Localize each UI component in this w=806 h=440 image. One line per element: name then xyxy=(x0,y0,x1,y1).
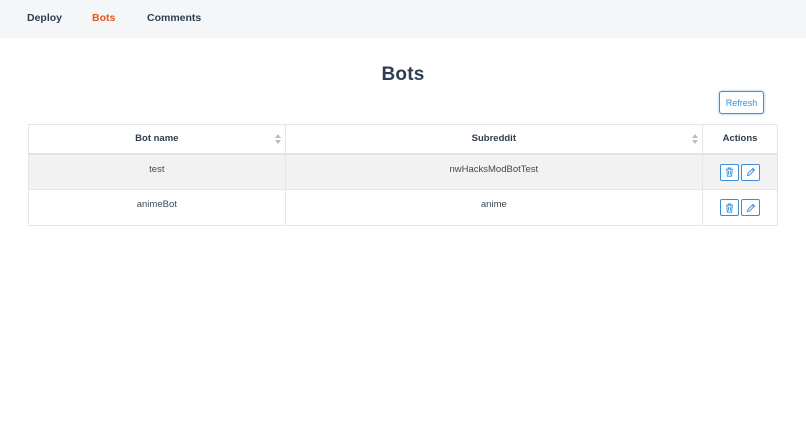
trash-icon xyxy=(726,203,734,213)
sort-icon[interactable] xyxy=(274,134,281,145)
cell-bot-name: animeBot xyxy=(28,189,286,226)
column-header-bot-name[interactable]: Bot name xyxy=(28,124,286,155)
cell-actions xyxy=(702,189,778,226)
cell-subreddit: anime xyxy=(284,189,704,226)
bots-table: Bot name Subreddit Actions test nwHacksM… xyxy=(28,124,778,226)
table-header-row: Bot name Subreddit Actions xyxy=(28,124,778,155)
cell-actions xyxy=(702,153,778,190)
column-header-label: Actions xyxy=(722,133,758,145)
sort-icon[interactable] xyxy=(692,134,699,145)
cell-subreddit: nwHacksModBotTest xyxy=(284,153,704,190)
trash-icon xyxy=(726,167,734,177)
row-actions xyxy=(703,199,777,216)
delete-button[interactable] xyxy=(720,163,740,181)
nav-link-bots[interactable]: Bots xyxy=(92,12,115,24)
nav-link-deploy[interactable]: Deploy xyxy=(27,12,62,24)
cell-bot-name: test xyxy=(28,153,286,190)
table-row: test nwHacksModBotTest xyxy=(28,153,778,190)
pencil-icon xyxy=(746,203,755,212)
column-header-actions: Actions xyxy=(702,124,778,155)
column-header-subreddit[interactable]: Subreddit xyxy=(284,124,704,155)
page-title: Bots xyxy=(381,64,425,85)
edit-button[interactable] xyxy=(741,199,761,216)
row-actions xyxy=(703,163,777,181)
delete-button[interactable] xyxy=(720,199,740,216)
refresh-button[interactable]: Refresh xyxy=(719,91,764,114)
nav-link-comments[interactable]: Comments xyxy=(147,12,201,24)
top-navbar: Deploy Bots Comments xyxy=(0,0,806,38)
column-header-label: Subreddit xyxy=(471,133,516,145)
edit-button[interactable] xyxy=(741,163,761,181)
column-header-label: Bot name xyxy=(135,133,179,145)
pencil-icon xyxy=(746,167,755,177)
table-row: animeBot anime xyxy=(28,189,778,226)
